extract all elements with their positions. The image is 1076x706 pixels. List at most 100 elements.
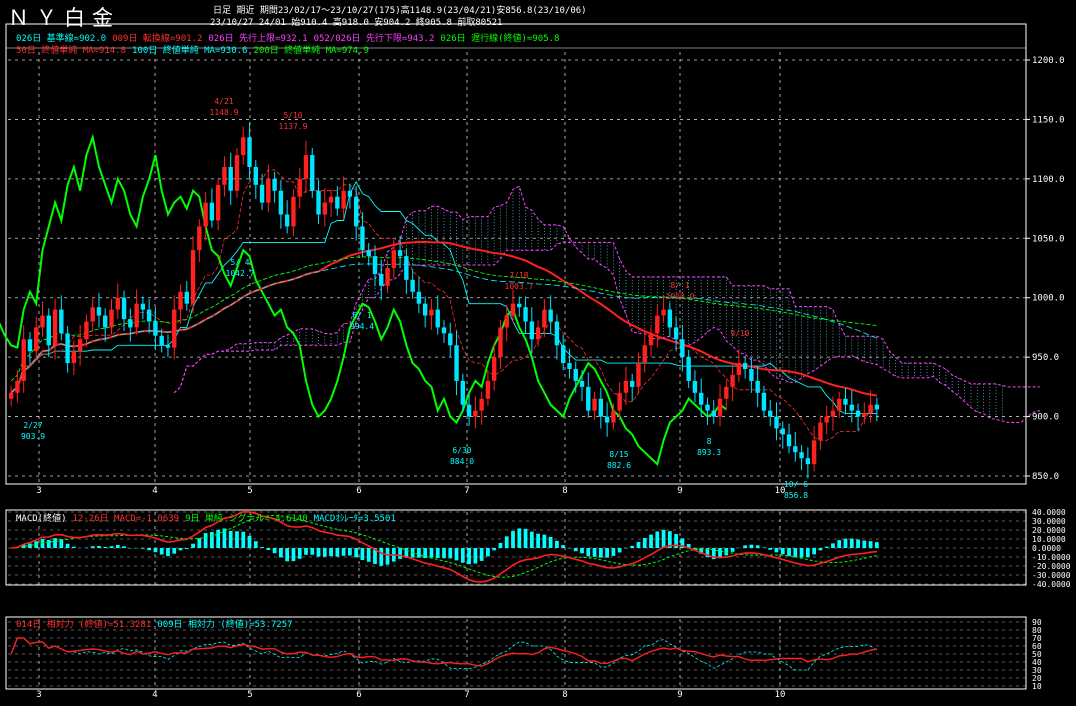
candle-body — [793, 446, 798, 453]
ma200-line — [10, 256, 877, 382]
annotation-value: 884.0 — [450, 457, 474, 466]
macd-axis-label: 40.0000 — [1032, 508, 1066, 517]
month-label: 9 — [677, 486, 682, 496]
candle-body — [128, 319, 133, 328]
candle-body — [422, 303, 428, 316]
price-axis-label: 1000.0 — [1032, 294, 1065, 304]
annotation-value: 882.6 — [607, 461, 631, 470]
candle-body — [598, 398, 604, 417]
candle-body — [441, 327, 447, 334]
candle-body — [190, 250, 196, 304]
candle-body — [385, 268, 390, 286]
candle-body — [197, 226, 202, 251]
candle-body — [491, 357, 497, 381]
candle-body — [805, 458, 811, 465]
candle-body — [717, 398, 723, 417]
candle-body — [523, 307, 528, 322]
candle-body — [8, 392, 14, 399]
candle-body — [830, 410, 836, 417]
price-axis-label: 950.0 — [1032, 353, 1059, 363]
candle-body — [642, 345, 647, 364]
legend-rsi: 014日 相対力 (終値)=51.3281 009日 相対力 (終値)=53.72… — [16, 617, 299, 630]
candle-body — [59, 309, 64, 334]
annotation-value: 1137.9 — [279, 122, 308, 131]
candle-body — [592, 398, 597, 411]
candle-body — [686, 357, 691, 381]
candle-body — [460, 380, 466, 405]
legend-macd: MACD(終値) 12-26日 MACD=-1.0639 9日 単純 シグナル=-4… — [16, 511, 402, 524]
candle-body — [272, 178, 277, 191]
candle-body — [504, 315, 509, 328]
candle-body — [655, 315, 660, 334]
annotation-value: 1000.0 — [666, 292, 695, 301]
candle-body — [724, 386, 729, 399]
candle-body — [535, 327, 541, 340]
candle-body — [253, 166, 258, 185]
candle-body — [165, 345, 171, 348]
candle-body — [711, 410, 716, 417]
candle-body — [429, 309, 434, 316]
candle-body — [228, 166, 233, 191]
candle-body — [604, 416, 610, 423]
candle-body — [573, 369, 578, 381]
annotation-value: 893.3 — [697, 448, 721, 457]
annotation-date: 5/10 — [283, 111, 302, 120]
legend-entry: 014日 相対力 (終値)=51.3281 — [16, 620, 152, 630]
candle-body — [680, 339, 685, 358]
legend-entry: MACDｵｼﾚｰﾀ=3.5501 — [313, 514, 396, 524]
candle-body — [874, 404, 880, 410]
macd-axis-label: -10.0000 — [1032, 553, 1071, 562]
month-label: 3 — [36, 486, 41, 496]
candle-body — [284, 214, 290, 227]
legend-ma: 50日 終値単純 MA=914.8 100日 終値単純 MA=930.6 200日 … — [16, 43, 375, 56]
candle-body — [862, 413, 867, 417]
candle-body — [140, 303, 146, 310]
legend-entry: 026日 遅行線(終値)=905.8 — [440, 34, 560, 44]
candle-body — [416, 291, 422, 304]
candle-body — [448, 333, 453, 346]
candle-body — [466, 404, 472, 417]
candle-body — [567, 363, 572, 370]
annotation-date: 6/ 1 — [352, 311, 371, 320]
annotation-date: 8 — [707, 437, 712, 446]
candle-body — [818, 422, 823, 441]
candle-body — [335, 196, 340, 209]
month-label: 7 — [464, 690, 469, 700]
candle-body — [347, 190, 353, 197]
annotation-value: 1042.7 — [226, 269, 255, 278]
candle-body — [65, 333, 70, 364]
candle-body — [15, 380, 20, 393]
price-annotations: 2/27 903.9 4/21 1148.9 5/10 1137.9 5/ 4 1042.7 6… — [21, 97, 808, 500]
macd-axis-label: 30.0000 — [1032, 517, 1066, 526]
candle-body — [542, 309, 547, 328]
indicator-lines — [0, 133, 1041, 466]
macd-axis-label: 20.0000 — [1032, 526, 1066, 535]
candle-body — [360, 226, 365, 251]
candle-body — [203, 202, 208, 227]
price-axis-label: 1100.0 — [1032, 175, 1065, 185]
annotation-value: 994.4 — [350, 322, 374, 331]
candle-body — [705, 404, 710, 411]
chart-canvas: 3 3 4 4 5 5 6 6 7 7 8 8 9 9 10 10 1200.0 1150.0 1100.0 1050… — [0, 23, 1071, 700]
month-label: 6 — [356, 486, 361, 496]
candle-body — [366, 250, 371, 257]
candle-body — [52, 309, 58, 346]
month-label: 4 — [152, 486, 157, 496]
annotation-date: 4/21 — [214, 97, 233, 106]
macd-axis-label: 10.0000 — [1032, 535, 1066, 544]
candle-body — [560, 345, 566, 364]
candle-body — [554, 321, 560, 346]
candle-body — [46, 315, 51, 346]
candle-body — [178, 291, 183, 310]
macd-axis-label: 0.0000 — [1032, 544, 1061, 553]
legend-entry: 200日 終値単純 MA=974.9 — [253, 46, 369, 56]
price-axis-label: 1050.0 — [1032, 234, 1065, 244]
month-label: 8 — [562, 486, 567, 496]
candle-body — [109, 309, 114, 328]
candle-body — [548, 309, 553, 322]
month-label: 9 — [677, 690, 682, 700]
legend-entry: 50日 終値単純 MA=914.8 — [16, 46, 127, 56]
legend-entry: 12-26日 MACD=-1.0639 — [72, 514, 180, 524]
candle-body — [222, 166, 227, 185]
candle-body — [90, 307, 95, 322]
